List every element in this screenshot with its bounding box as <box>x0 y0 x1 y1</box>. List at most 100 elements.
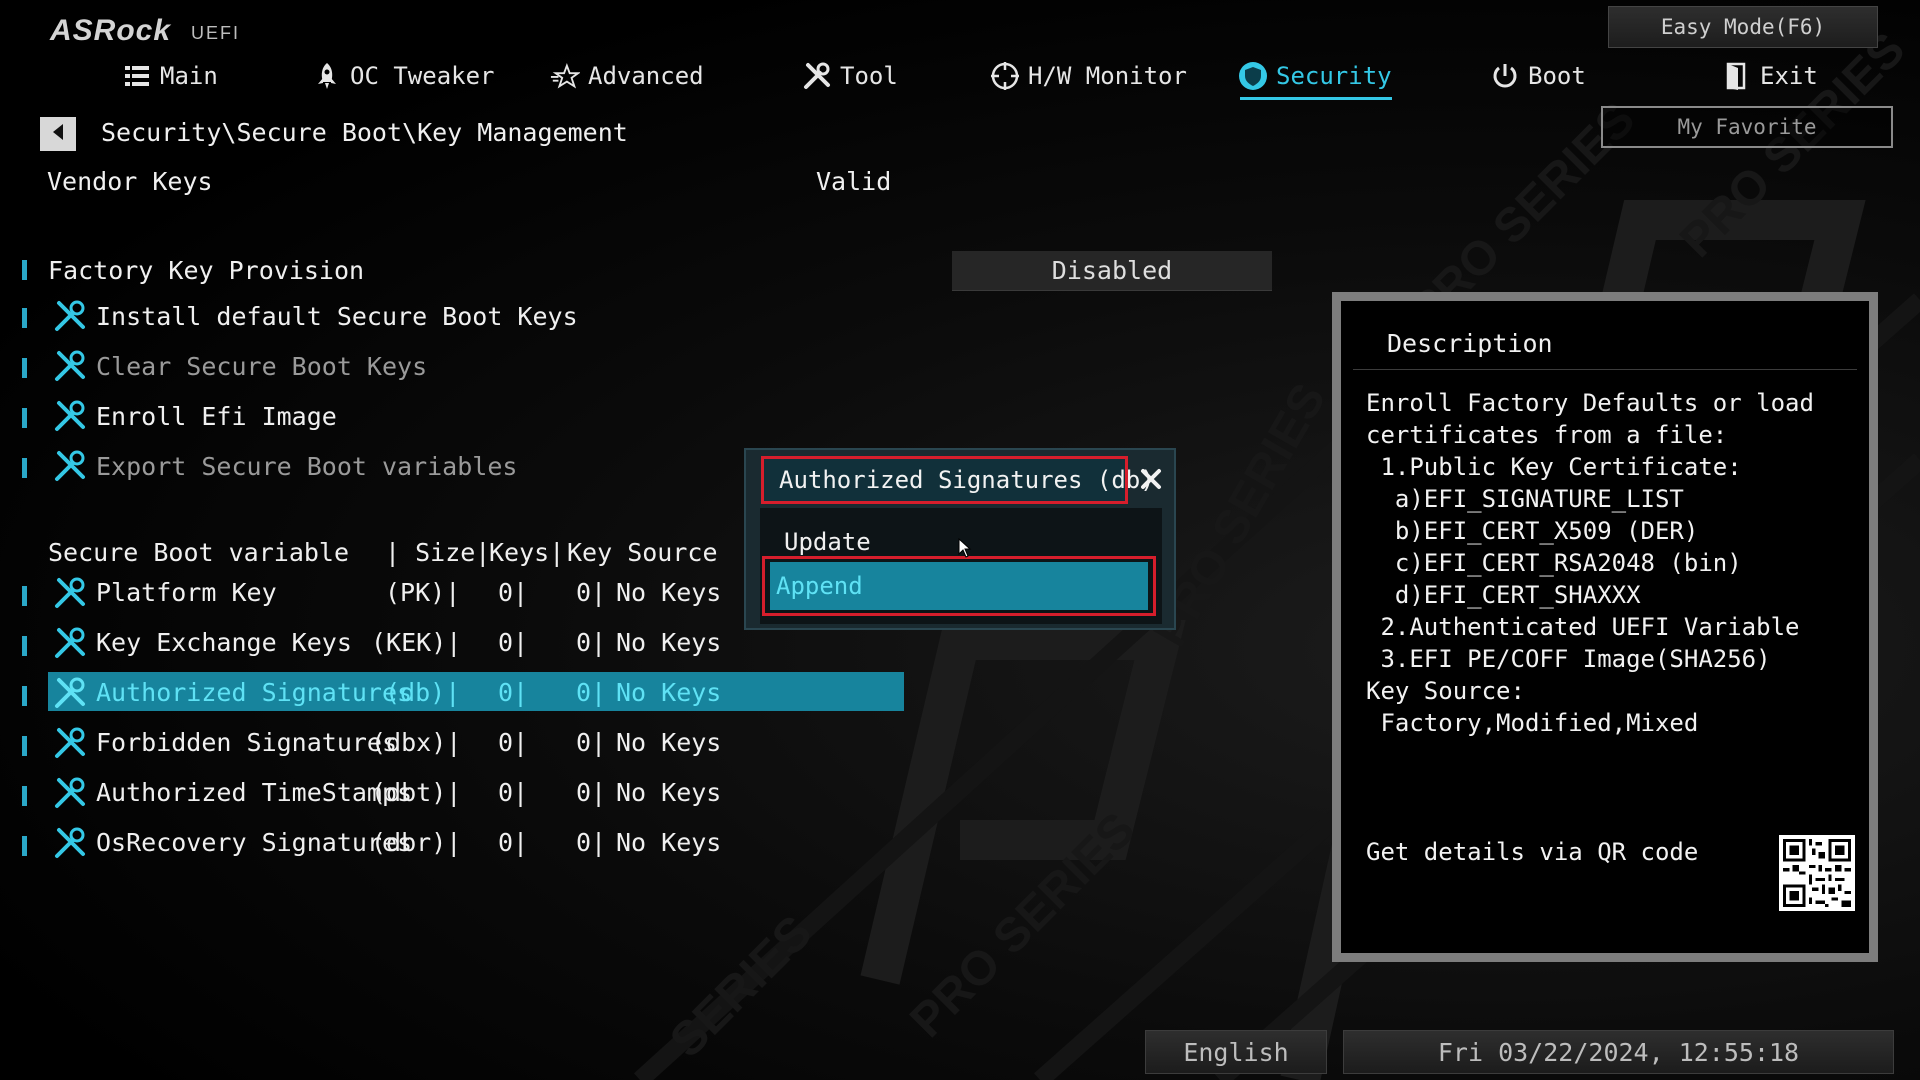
enroll-efi-image-item[interactable]: Enroll Efi Image <box>96 402 337 431</box>
row-size: 0| <box>498 628 529 657</box>
item-marker <box>22 636 27 656</box>
table-header-variable: Secure Boot variable <box>48 538 350 567</box>
tab-label: Boot <box>1528 62 1586 90</box>
uefi-screen: PRO SERIES PRO SERIES PRO SERIES SERIES … <box>0 0 1920 1080</box>
factory-key-provision-label[interactable]: Factory Key Provision <box>48 256 364 285</box>
item-marker <box>22 408 27 428</box>
qr-code-icon[interactable] <box>1779 835 1855 911</box>
row-source: No Keys <box>616 778 722 807</box>
export-secure-boot-variables-item: Export Secure Boot variables <box>96 452 518 481</box>
description-panel: Description Enroll Factory Defaults or l… <box>1332 292 1878 962</box>
tools-icon <box>55 350 85 381</box>
description-line: 3.EFI PE/COFF Image(SHA256) <box>1366 645 1771 673</box>
brand-sub: UEFI <box>191 23 241 43</box>
item-marker <box>22 736 27 756</box>
row-abbr: (dbr)| <box>371 828 462 857</box>
description-line: 1.Public Key Certificate: <box>1366 453 1742 481</box>
description-line: Key Source: <box>1366 677 1525 705</box>
item-marker <box>22 586 27 606</box>
tools-icon <box>55 627 85 658</box>
language-button[interactable]: English <box>1145 1030 1327 1074</box>
row-source: No Keys <box>616 828 722 857</box>
description-line: certificates from a file: <box>1366 421 1728 449</box>
breadcrumb: Security\Secure Boot\Key Management <box>101 118 628 147</box>
close-button[interactable] <box>1132 460 1170 498</box>
tools-icon <box>55 577 85 608</box>
tab-main[interactable]: Main <box>122 55 218 97</box>
shield-icon <box>1238 61 1268 91</box>
row-keys: 0| <box>576 628 607 657</box>
item-marker <box>22 786 27 806</box>
description-line: a)EFI_SIGNATURE_LIST <box>1366 485 1684 513</box>
description-line: Factory,Modified,Mixed <box>1366 709 1699 737</box>
tools-icon <box>55 777 85 808</box>
row-source: No Keys <box>616 678 722 707</box>
tab-label: Advanced <box>588 62 704 90</box>
main-menu-tabs: Main OC Tweaker Advanced Tool H/W Monito… <box>0 55 1920 100</box>
crosshair-icon <box>990 61 1020 91</box>
row-keys: 0| <box>576 728 607 757</box>
popup-option-append[interactable]: Append <box>770 562 1148 610</box>
row-abbr: (dbt)| <box>371 778 462 807</box>
tab-boot[interactable]: Boot <box>1490 55 1586 97</box>
install-default-keys-item[interactable]: Install default Secure Boot Keys <box>96 302 578 331</box>
svg-text:PRO SERIES: PRO SERIES <box>900 803 1145 1048</box>
easy-mode-button[interactable]: Easy Mode(F6) <box>1608 6 1878 48</box>
list-icon <box>122 61 152 91</box>
tab-advanced[interactable]: Advanced <box>550 55 704 97</box>
my-favorite-button[interactable]: My Favorite <box>1601 106 1893 148</box>
wrench-icon <box>802 61 832 91</box>
row-name: Platform Key <box>96 578 277 607</box>
tab-exit[interactable]: Exit <box>1722 55 1818 97</box>
row-size: 0| <box>498 778 529 807</box>
item-marker <box>22 458 27 478</box>
tab-security[interactable]: Security <box>1238 55 1392 100</box>
brand-name: ASRock <box>50 14 172 47</box>
item-marker <box>22 260 27 280</box>
description-title: Description <box>1387 329 1553 358</box>
row-name: Authorized TimeStamps <box>96 778 413 807</box>
item-marker <box>22 358 27 378</box>
tab-label: Exit <box>1760 62 1818 90</box>
tab-label: OC Tweaker <box>350 62 495 90</box>
description-line: d)EFI_CERT_SHAXXX <box>1366 581 1641 609</box>
tab-label: Tool <box>840 62 898 90</box>
tab-hw-monitor[interactable]: H/W Monitor <box>990 55 1187 97</box>
item-marker <box>22 686 27 706</box>
door-icon <box>1722 61 1752 91</box>
tab-tool[interactable]: Tool <box>802 55 898 97</box>
tools-icon <box>55 300 85 331</box>
row-abbr: (KEK)| <box>371 628 462 657</box>
tab-label: Main <box>160 62 218 90</box>
row-source: No Keys <box>616 628 722 657</box>
row-source: No Keys <box>616 578 722 607</box>
item-marker <box>22 308 27 328</box>
tools-icon <box>55 677 85 708</box>
row-source: No Keys <box>616 728 722 757</box>
description-line: 2.Authenticated UEFI Variable <box>1366 613 1800 641</box>
back-button[interactable] <box>40 117 76 151</box>
table-header-keys: Keys| <box>489 538 565 567</box>
popup-option-update[interactable]: Update <box>784 528 871 556</box>
power-icon <box>1490 61 1520 91</box>
row-keys: 0| <box>576 578 607 607</box>
row-name: Forbidden Signatures <box>96 728 398 757</box>
row-keys: 0| <box>576 778 607 807</box>
row-name: OsRecovery Signatures <box>96 828 413 857</box>
row-abbr: (db)| <box>385 678 461 707</box>
tools-icon <box>55 450 85 481</box>
row-name: Authorized Signatures <box>96 678 413 707</box>
mouse-cursor-icon <box>958 538 972 558</box>
tab-label: Security <box>1276 62 1392 90</box>
description-line: Enroll Factory Defaults or load <box>1366 389 1814 417</box>
description-divider <box>1353 369 1857 370</box>
row-size: 0| <box>498 578 529 607</box>
clear-secure-boot-keys-item: Clear Secure Boot Keys <box>96 352 428 381</box>
row-abbr: (PK)| <box>385 578 461 607</box>
tab-oc-tweaker[interactable]: OC Tweaker <box>312 55 495 97</box>
factory-key-provision-value[interactable]: Disabled <box>952 251 1272 291</box>
row-abbr: (dbx)| <box>371 728 462 757</box>
star-icon <box>550 61 580 91</box>
row-size: 0| <box>498 828 529 857</box>
description-line: b)EFI_CERT_X509 (DER) <box>1366 517 1699 545</box>
